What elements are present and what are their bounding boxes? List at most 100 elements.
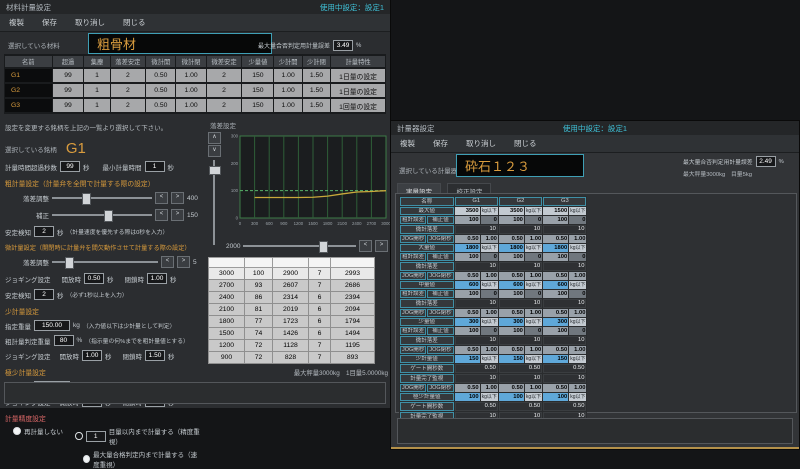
value-cell[interactable]: 10 — [543, 262, 586, 271]
value-cell[interactable]: 1.00 — [525, 346, 542, 354]
value-cell[interactable]: 10 — [455, 262, 498, 271]
value-cell[interactable]: 100 — [499, 327, 524, 335]
weigh-row[interactable]: 3000100290072993 — [209, 268, 375, 280]
weigher-name-input[interactable]: 砕石１２３ — [456, 154, 584, 177]
material-row[interactable]: G199120.501.0021501.001.501日量の設定 — [5, 69, 385, 82]
decrement-button[interactable]: < — [359, 240, 372, 252]
value-cell[interactable]: 0.50 — [499, 384, 524, 392]
decrement-button[interactable]: < — [155, 192, 168, 204]
value-cell[interactable]: 10 — [543, 374, 586, 383]
no-reweigh-radio[interactable] — [13, 427, 21, 435]
value-cell[interactable]: 0.50 — [455, 402, 498, 411]
value-cell[interactable]: 0 — [481, 327, 498, 335]
menu-item[interactable]: 保存 — [33, 17, 66, 28]
value-cell[interactable]: 1.00 — [525, 235, 542, 243]
value-cell[interactable]: 10 — [455, 299, 498, 308]
increment-button[interactable]: > — [177, 256, 190, 268]
value-cell[interactable]: 10 — [499, 225, 542, 234]
value-cell[interactable]: 0 — [481, 216, 498, 224]
value-cell[interactable]: 100 — [499, 253, 524, 261]
value-cell[interactable]: 10 — [499, 262, 542, 271]
value-cell[interactable]: 100 — [455, 253, 480, 261]
value-cell[interactable]: 100 — [543, 290, 568, 298]
threshold-cell[interactable]: 300 — [499, 318, 524, 326]
value-cell[interactable]: 0.50 — [499, 235, 524, 243]
threshold-cell[interactable]: 600 — [499, 281, 524, 289]
threshold-cell[interactable]: 1500 — [543, 207, 568, 215]
value-cell[interactable]: 10 — [543, 225, 586, 234]
threshold-cell[interactable]: 150 — [543, 355, 568, 363]
value-cell[interactable]: 0.50 — [543, 272, 568, 280]
value-cell[interactable]: 0 — [525, 290, 542, 298]
value-cell[interactable]: 0.50 — [499, 309, 524, 317]
small-weight-input[interactable]: 150.00 — [34, 320, 70, 331]
threshold-cell[interactable]: 100 — [543, 393, 568, 401]
value-cell[interactable]: 100 — [543, 327, 568, 335]
value-cell[interactable]: 0.50 — [499, 346, 524, 354]
threshold-cell[interactable]: 100 — [499, 393, 524, 401]
threshold-cell[interactable]: 300 — [543, 318, 568, 326]
value-cell[interactable]: 0.50 — [499, 272, 524, 280]
chevron-up-icon[interactable]: ∧ — [208, 132, 221, 144]
coarse-judge-input[interactable]: 80 — [54, 335, 74, 346]
material-name-input[interactable]: 粗骨材 — [88, 33, 272, 54]
value-cell[interactable]: 0.50 — [543, 346, 568, 354]
value-cell[interactable]: 1.00 — [569, 235, 586, 243]
value-cell[interactable]: 1.00 — [525, 309, 542, 317]
stable-detect-input[interactable]: 2 — [34, 226, 54, 237]
decrement-button[interactable]: < — [161, 256, 174, 268]
tolerance-input[interactable]: 2.49 — [756, 156, 776, 167]
value-cell[interactable]: 0.50 — [455, 235, 480, 243]
value-cell[interactable]: 0 — [525, 216, 542, 224]
tolerance-input[interactable]: 3.49 — [333, 40, 353, 51]
menu-item[interactable]: 取り消し — [66, 17, 114, 28]
value-cell[interactable]: 0 — [525, 253, 542, 261]
value-cell[interactable]: 0.50 — [455, 364, 498, 373]
drop-adjust-slider[interactable] — [52, 197, 152, 199]
precision-mode-radio[interactable] — [75, 432, 82, 440]
weigh-row[interactable]: 270093260772686 — [209, 280, 375, 292]
value-cell[interactable]: 0 — [481, 253, 498, 261]
value-cell[interactable]: 0 — [569, 216, 586, 224]
value-cell[interactable]: 1.00 — [525, 272, 542, 280]
increment-button[interactable]: > — [171, 192, 184, 204]
value-cell[interactable]: 10 — [455, 336, 498, 345]
value-cell[interactable]: 0 — [569, 327, 586, 335]
jog-close-input[interactable]: 1.00 — [147, 273, 167, 284]
menu-item[interactable]: 取り消し — [457, 138, 505, 149]
value-cell[interactable]: 10 — [455, 225, 498, 234]
threshold-cell[interactable]: 1800 — [543, 244, 568, 252]
jog-close-input[interactable]: 1.50 — [145, 350, 165, 361]
value-cell[interactable]: 10 — [499, 336, 542, 345]
menu-item[interactable]: 閉じる — [505, 138, 546, 149]
value-cell[interactable]: 0 — [569, 290, 586, 298]
correction-slider[interactable] — [52, 214, 152, 216]
menu-item[interactable]: 閉じる — [114, 17, 155, 28]
weigh-row[interactable]: 240086231462394 — [209, 292, 375, 304]
precision-count-input[interactable]: 1 — [86, 431, 106, 442]
threshold-cell[interactable]: 3500 — [455, 207, 480, 215]
value-cell[interactable]: 1.00 — [481, 384, 498, 392]
speed-mode-radio[interactable] — [83, 455, 90, 463]
minimum-time-input[interactable]: 1 — [145, 161, 165, 172]
value-cell[interactable]: 0.50 — [499, 402, 542, 411]
value-cell[interactable]: 0 — [481, 290, 498, 298]
value-cell[interactable]: 100 — [499, 290, 524, 298]
threshold-cell[interactable]: 300 — [455, 318, 480, 326]
vertical-slider[interactable] — [213, 160, 215, 245]
value-cell[interactable]: 10 — [499, 299, 542, 308]
menu-item[interactable]: 複製 — [0, 17, 33, 28]
value-cell[interactable]: 1.00 — [481, 309, 498, 317]
value-cell[interactable]: 1.00 — [481, 346, 498, 354]
value-cell[interactable]: 1.00 — [569, 384, 586, 392]
value-cell[interactable]: 1.00 — [481, 235, 498, 243]
decrement-button[interactable]: < — [155, 209, 168, 221]
threshold-cell[interactable]: 100 — [455, 393, 480, 401]
threshold-cell[interactable]: 150 — [499, 355, 524, 363]
value-cell[interactable]: 0.50 — [499, 364, 542, 373]
x-position-slider[interactable] — [243, 245, 356, 247]
value-cell[interactable]: 100 — [543, 253, 568, 261]
threshold-cell[interactable]: 1800 — [499, 244, 524, 252]
threshold-cell[interactable]: 1800 — [455, 244, 480, 252]
jog-open-input[interactable]: 1.00 — [82, 350, 102, 361]
